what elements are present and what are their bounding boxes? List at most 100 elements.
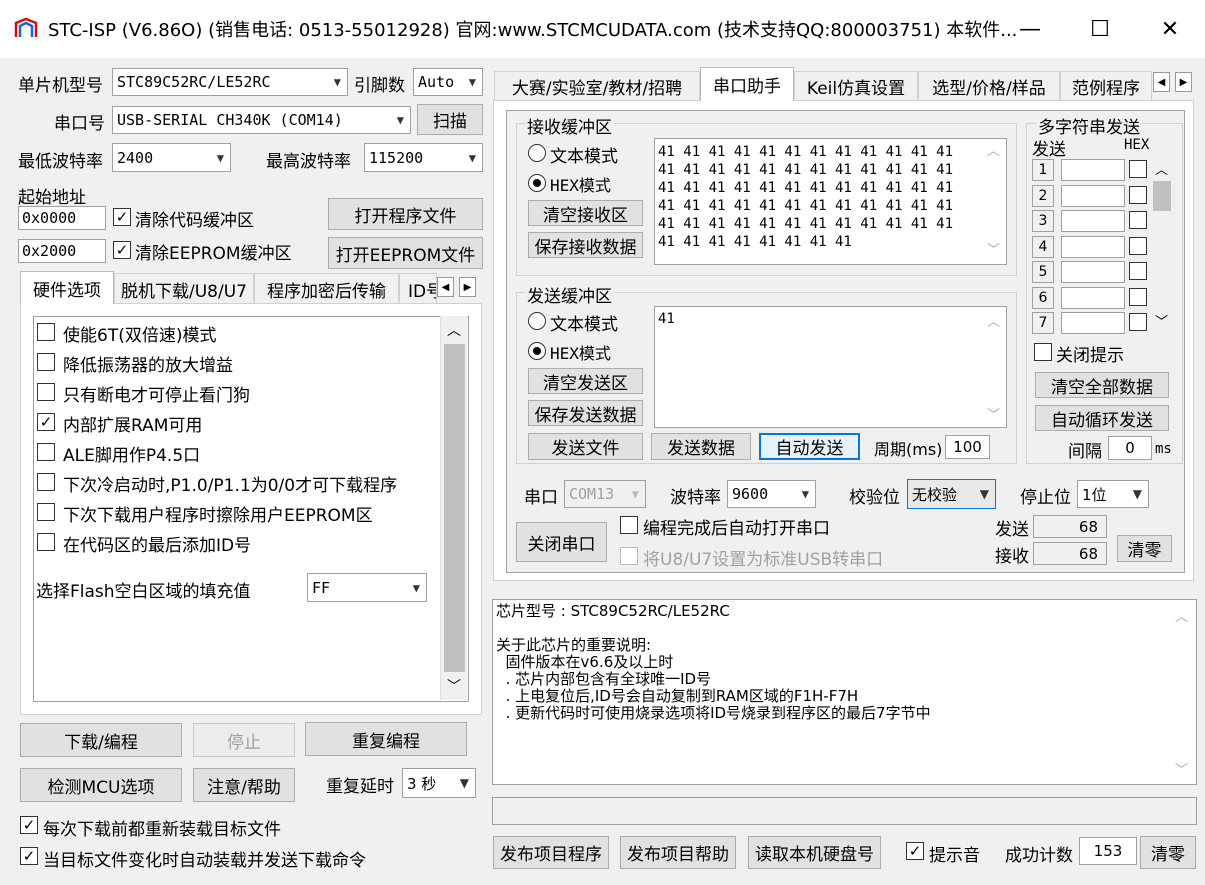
send-data-button[interactable]: 发送数据 [651, 433, 751, 460]
hardware-option-checkbox[interactable]: ✓ [37, 413, 55, 431]
parity-select[interactable]: 无校验 ▼ [907, 479, 996, 509]
interval-input[interactable]: 0 [1108, 436, 1152, 460]
receive-hex-mode-radio[interactable] [528, 174, 546, 192]
close-button[interactable]: ✕ [1135, 0, 1205, 58]
tab-keil[interactable]: Keil仿真设置 [794, 71, 918, 101]
multi-send-input[interactable] [1061, 184, 1125, 207]
tab-scroll-left-icon[interactable]: ◀ [1153, 72, 1170, 92]
tab-serial-assistant[interactable]: 串口助手 [700, 67, 794, 101]
repeat-delay-select[interactable]: 3 秒 ▼ [402, 768, 476, 798]
reload-checkbox[interactable]: ✓ [20, 816, 38, 834]
scroll-up-icon[interactable]: ︿ [1175, 606, 1188, 625]
send-buffer[interactable]: 41 ︿ ﹀ [654, 306, 1007, 428]
receive-text-mode-radio[interactable] [528, 144, 546, 162]
scroll-up-icon[interactable]: ︿ [447, 320, 461, 340]
scroll-up-icon[interactable]: ︿ [1155, 159, 1168, 178]
multi-hex-checkbox[interactable] [1129, 313, 1147, 331]
scroll-down-icon[interactable]: ﹀ [1175, 759, 1188, 778]
scroll-down-icon[interactable]: ﹀ [1155, 311, 1168, 330]
receive-buffer[interactable]: 41 41 41 41 41 41 41 41 41 41 41 41 41 41… [654, 138, 1007, 265]
multi-send-input[interactable] [1061, 261, 1125, 283]
help-button[interactable]: 注意/帮助 [193, 768, 295, 802]
send-text-mode-radio[interactable] [528, 312, 546, 330]
multi-send-row-button[interactable]: 4 [1032, 235, 1054, 258]
port-select[interactable]: USB-SERIAL CH340K (COM14) ▼ [112, 106, 411, 134]
clear-send-button[interactable]: 清空发送区 [528, 368, 643, 394]
flash-fill-select[interactable]: FF ▼ [307, 573, 427, 602]
hardware-option-checkbox[interactable] [37, 533, 55, 551]
serial-baud-select[interactable]: 9600 ▼ [727, 480, 816, 508]
scroll-down-icon[interactable]: ﹀ [987, 242, 1000, 260]
hardware-option-checkbox[interactable] [37, 353, 55, 371]
pins-select[interactable]: Auto ▼ [413, 68, 483, 96]
tab-id[interactable]: ID号 [399, 273, 437, 304]
multi-send-row-button[interactable]: 6 [1032, 286, 1054, 309]
multi-hex-checkbox[interactable] [1129, 160, 1147, 178]
multi-send-row-button[interactable]: 7 [1032, 312, 1054, 334]
clear-receive-button[interactable]: 清空接收区 [528, 200, 643, 226]
hardware-option-checkbox[interactable] [37, 473, 55, 491]
send-file-button[interactable]: 发送文件 [528, 433, 643, 460]
multi-send-input[interactable] [1061, 210, 1125, 232]
scroll-down-icon[interactable]: ﹀ [447, 676, 461, 696]
multi-hex-checkbox[interactable] [1129, 185, 1147, 204]
mcu-model-select[interactable]: STC89C52RC/LE52RC ▼ [112, 68, 348, 96]
scroll-down-icon[interactable]: ﹀ [987, 404, 1000, 423]
stop-bits-select[interactable]: 1位 ▼ [1077, 480, 1149, 508]
scan-button[interactable]: 扫描 [417, 104, 483, 135]
read-disk-button[interactable]: 读取本机硬盘号 [748, 836, 881, 869]
tab-scroll-right-icon[interactable]: ▶ [1175, 72, 1192, 92]
open-eeprom-button[interactable]: 打开EEPROM文件 [328, 237, 483, 269]
autoload-checkbox[interactable]: ✓ [20, 847, 38, 865]
multi-send-row-button[interactable]: 2 [1032, 184, 1054, 207]
save-send-button[interactable]: 保存发送数据 [528, 400, 643, 426]
multi-send-row-button[interactable]: 3 [1032, 210, 1054, 232]
minimize-button[interactable]: — [995, 0, 1065, 58]
send-hex-mode-radio[interactable] [528, 342, 546, 360]
multi-send-input[interactable] [1061, 235, 1125, 258]
auto-loop-button[interactable]: 自动循环发送 [1035, 405, 1169, 431]
multi-send-input[interactable] [1061, 312, 1125, 334]
max-baud-select[interactable]: 115200 ▼ [364, 143, 483, 172]
auto-send-button[interactable]: 自动发送 [759, 433, 860, 460]
reprogram-button[interactable]: 重复编程 [305, 722, 467, 756]
multi-hex-checkbox[interactable] [1129, 236, 1147, 255]
tab-offline-download[interactable]: 脱机下载/U8/U7 [114, 273, 254, 304]
multi-send-input[interactable] [1061, 286, 1125, 309]
tab-selection[interactable]: 选型/价格/样品 [918, 71, 1060, 101]
scroll-up-icon[interactable]: ︿ [987, 143, 1000, 161]
clear-count-button[interactable]: 清零 [1117, 535, 1172, 562]
sound-checkbox[interactable]: ✓ [906, 842, 924, 860]
stop-button[interactable]: 停止 [193, 723, 295, 757]
close-port-button[interactable]: 关闭串口 [516, 522, 607, 562]
scroll-thumb[interactable] [444, 344, 465, 672]
tab-scroll-right-icon[interactable]: ▶ [459, 277, 476, 297]
hardware-option-checkbox[interactable] [37, 443, 55, 461]
tab-competition[interactable]: 大赛/实验室/教材/招聘 [494, 71, 700, 101]
clear-code-checkbox[interactable]: ✓ [113, 208, 131, 226]
tab-encrypted-transfer[interactable]: 程序加密后传输 [254, 273, 399, 304]
code-address-input[interactable]: 0x0000 [18, 206, 106, 230]
multi-send-row-button[interactable]: 1 [1032, 159, 1054, 181]
detect-mcu-button[interactable]: 检测MCU选项 [20, 768, 182, 802]
publish-help-button[interactable]: 发布项目帮助 [620, 836, 736, 869]
min-baud-select[interactable]: 2400 ▼ [112, 143, 231, 172]
multi-scrollbar[interactable]: ︿ ﹀ [1151, 159, 1173, 331]
multi-hex-checkbox[interactable] [1129, 287, 1147, 306]
auto-open-checkbox[interactable] [620, 516, 638, 534]
download-button[interactable]: 下载/编程 [20, 723, 182, 757]
save-receive-button[interactable]: 保存接收数据 [528, 232, 643, 258]
publish-program-button[interactable]: 发布项目程序 [493, 836, 609, 869]
scroll-up-icon[interactable]: ︿ [987, 311, 1000, 330]
tab-hardware[interactable]: 硬件选项 [20, 271, 114, 304]
clear-success-button[interactable]: 清零 [1140, 836, 1196, 869]
scroll-thumb[interactable] [1153, 181, 1171, 211]
multi-hex-checkbox[interactable] [1129, 211, 1147, 229]
maximize-button[interactable]: ☐ [1065, 0, 1135, 58]
serial-port-select[interactable]: COM13 ▼ [564, 480, 646, 508]
tab-scroll-left-icon[interactable]: ◀ [437, 277, 454, 297]
period-input[interactable]: 100 [945, 435, 990, 459]
eeprom-address-input[interactable]: 0x2000 [18, 239, 106, 263]
tab-examples[interactable]: 范例程序 [1060, 71, 1152, 101]
multi-send-row-button[interactable]: 5 [1032, 261, 1054, 283]
